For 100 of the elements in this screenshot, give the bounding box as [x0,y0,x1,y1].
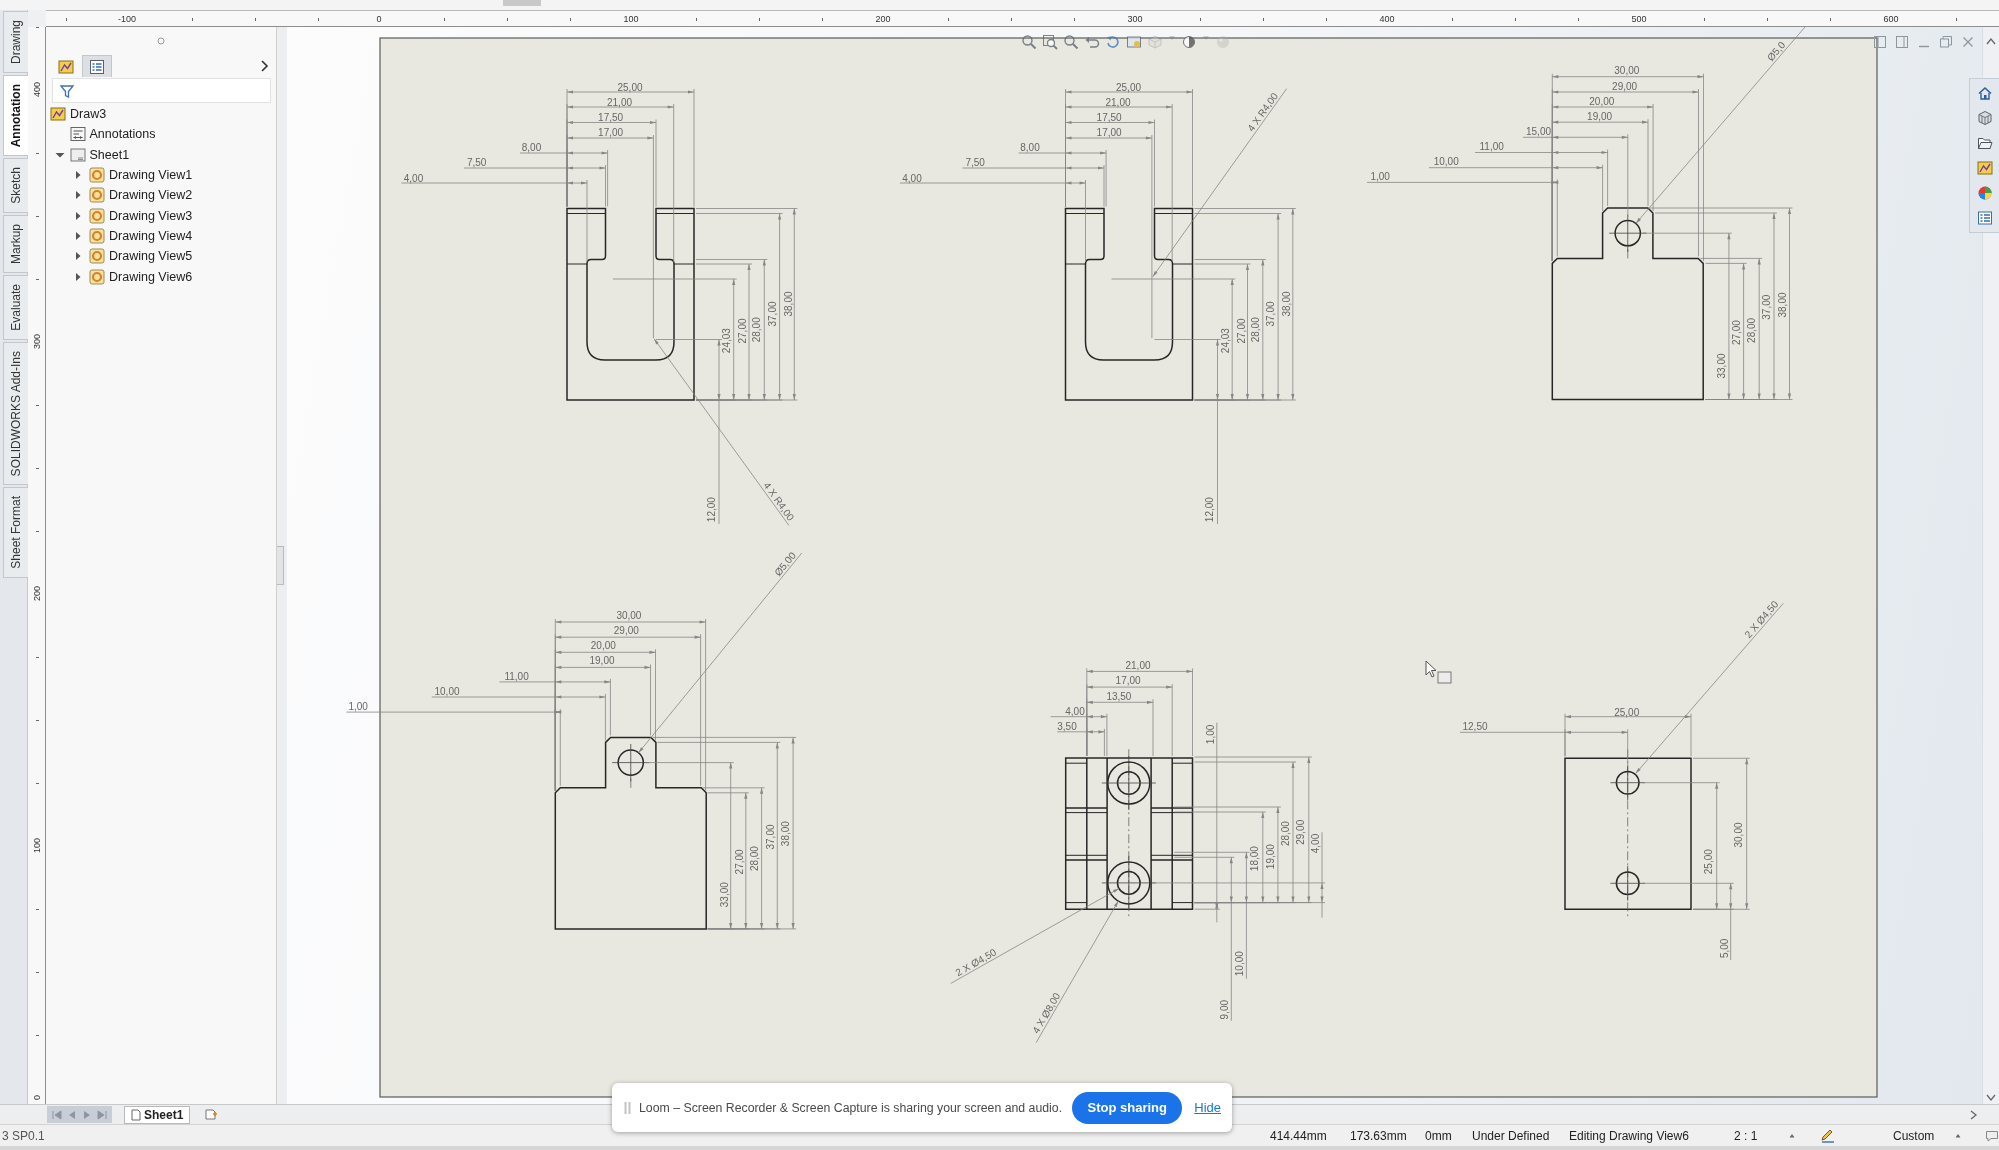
dimension-value: 38,00 [782,291,794,317]
filter-icon [60,83,74,98]
tree-item[interactable]: Drawing View2 [109,188,193,203]
dimension-value: 27,00 [734,849,746,875]
dimension-value: 38,00 [1281,291,1292,317]
status-field: Under Defined [1472,1128,1550,1143]
dimension-value: 18,00 [1249,846,1261,872]
color-wheel-icon[interactable] [1976,185,1993,201]
dimension-value: 33,00 [718,882,730,908]
dimension-value: 5,00 [1719,938,1731,959]
tree-item[interactable]: Drawing View4 [109,228,193,243]
caret-up-icon[interactable] [1986,37,1996,46]
units-selector[interactable]: Custom [1893,1128,1935,1143]
panel-right-icon[interactable] [1895,35,1909,49]
dimension-value: 8,00 [1020,141,1040,153]
dimension-value: 7,50 [965,157,985,169]
close-icon[interactable] [1961,35,1975,49]
drawing-icon[interactable] [1976,160,1993,176]
add-sheet-icon[interactable] [204,1108,219,1121]
half-circle-icon[interactable] [1181,34,1197,50]
side-tab[interactable]: Sheet Format [3,487,28,578]
sheet-tab[interactable]: Sheet1 [124,1105,191,1124]
dimension-value: 29,00 [1612,80,1638,92]
side-tab[interactable]: Drawing [3,11,28,73]
tree-item[interactable]: Draw3 [70,107,107,122]
tree-item[interactable]: Drawing View1 [109,168,193,183]
ruler-label: 100 [623,13,639,24]
ruler-label: 300 [31,334,42,350]
grip-icon[interactable] [624,1100,631,1115]
dimension-value: 37,00 [766,301,778,327]
dimension-value: 21,00 [607,96,632,108]
back-arrow-icon[interactable] [1084,34,1100,50]
dimension-value: 17,00 [598,126,624,138]
chevron-icon[interactable] [260,60,269,72]
home-icon[interactable] [1976,85,1993,101]
dimension-value: 17,00 [1115,675,1141,687]
dimension-value: 25,00 [1702,849,1714,875]
ruler-label: 500 [1631,13,1647,24]
magnifier-icon[interactable] [1063,34,1079,50]
ruler-label: 600 [1883,13,1899,24]
dimension-value: 25,00 [1614,706,1640,718]
dimension-value: 24,03 [1219,328,1231,354]
dimension-value: 1,00 [1204,724,1216,745]
dimension-value: 8,00 [521,141,542,153]
tree-item[interactable]: Annotations [89,127,156,142]
pencil-icon[interactable] [1820,1127,1836,1144]
side-tab[interactable]: Sketch [3,158,28,214]
view-icon [89,248,105,265]
tree-item[interactable]: Drawing View3 [109,208,193,223]
side-tab[interactable]: Annotation [3,75,28,157]
sphere-icon[interactable] [1215,34,1231,50]
view-icon [89,167,105,184]
cube-icon[interactable] [1976,110,1993,126]
filter-field[interactable] [52,78,271,103]
list-icon [89,58,105,75]
scrollbar-thumb[interactable] [503,0,541,6]
hole [1101,755,1157,811]
dimension-value: 24,03 [721,328,733,354]
sheet-icon [131,1108,141,1121]
caret-up-icon[interactable] [1955,1133,1961,1138]
drawing-icon [58,58,74,75]
side-tab[interactable]: Evaluate [3,275,28,340]
hole [1610,865,1646,901]
side-tab[interactable]: Markup [3,215,28,274]
rotate-icon[interactable] [1105,34,1121,50]
tree-item[interactable]: Drawing View6 [109,269,193,284]
tree-item[interactable]: Sheet1 [89,147,130,162]
list-icon[interactable] [1976,210,1993,226]
dimension-value: 12,50 [1462,721,1488,733]
panel-left-icon[interactable] [1873,35,1887,49]
circle-icon[interactable] [157,37,165,45]
hide-link[interactable]: Hide [1194,1100,1221,1115]
stop-sharing-button[interactable]: Stop sharing [1072,1091,1183,1124]
sheet-scale[interactable]: 2 : 1 [1734,1128,1758,1143]
dimension-value: 20,00 [590,640,616,652]
caret-up-icon[interactable] [1789,1133,1795,1138]
caret-down-icon[interactable] [1986,1093,1996,1102]
panel-tab[interactable] [82,55,112,77]
restore-icon[interactable] [1939,35,1953,49]
hole [1610,765,1646,801]
dimension-value: 21,00 [1125,660,1151,671]
dimension-value: 25,00 [617,81,643,93]
speech-bubble-icon[interactable] [1985,1128,1999,1143]
ruler-label: 100 [31,838,42,854]
folder-icon[interactable] [1976,135,1993,151]
dimension-value: 19,00 [589,655,615,667]
side-tab[interactable]: SOLIDWORKS Add-Ins [3,341,28,486]
caret-right-icon[interactable] [1969,1109,1978,1120]
dimension-value: 4,00 [902,172,922,184]
tree-item[interactable]: Drawing View5 [109,249,193,264]
notification-message: Loom – Screen Recorder & Screen Capture is sharing your screen and audio. [639,1100,1063,1115]
splitter-handle[interactable] [277,546,284,585]
cube-icon[interactable] [1147,34,1163,50]
picture-icon[interactable] [1126,34,1142,50]
dimension-value: 17,50 [1096,111,1122,123]
ruler-label: -100 [118,13,136,24]
zoom-box-icon[interactable] [1042,34,1058,50]
dimension-value: 12,00 [705,497,717,523]
status-field: 0mm [1425,1128,1452,1143]
magnifier-icon[interactable] [1021,34,1037,50]
